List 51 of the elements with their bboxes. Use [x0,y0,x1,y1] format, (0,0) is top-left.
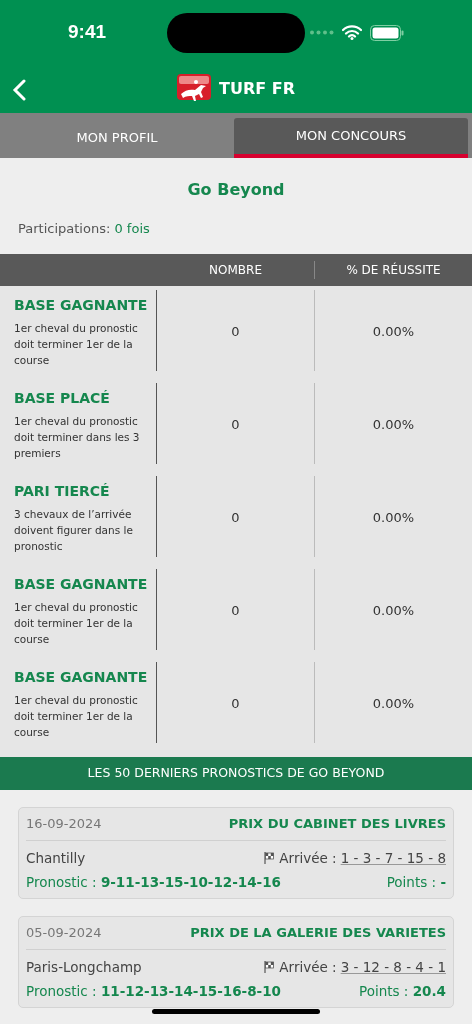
bet-type-description: 1er cheval du pronostic doit terminer dans les 3 premiers [14,414,141,461]
success-rate: 0.00% [372,416,415,435]
bet-type-description: 3 chevaux de l’arrivée doivent figurer dans le pronostic [14,507,134,554]
bet-type-title: BASE GAGNANTE [14,296,149,315]
points-value: Points : 20.4 [359,981,446,1001]
points-value: Points : - [386,872,446,892]
race-date: 05-09-2024 [26,924,102,942]
horse-logo-icon [177,74,211,104]
race-name: PRIX DU CABINET DES LIVRES [228,815,446,833]
success-rate: 0.00% [372,509,415,528]
success-rate: 0.00% [372,323,415,342]
checkered-flag-icon [264,851,276,864]
bet-type-title: BASE GAGNANTE [14,668,149,687]
race-name: PRIX DE LA GALERIE DES VARIETES [190,924,446,942]
clock-time: 9:41 [68,20,107,45]
user-name: Go Beyond [186,179,286,201]
tab[interactable]: MON CONCOURS [234,118,468,158]
race-venue: Paris-Longchamp [26,957,142,977]
arrival-result[interactable]: 1 - 3 - 7 - 15 - 8 [340,847,446,868]
column-header: NOMBRE [209,262,262,279]
bet-type-description: 1er cheval du pronostic doit terminer 1er de la course [14,321,139,368]
success-rate: 0.00% [372,695,415,714]
prediction-numbers: Pronostic : 11-12-13-14-15-16-8-10 [26,981,281,1001]
column-header: % DE RÉUSSITE [346,261,441,279]
battery-icon [370,24,404,41]
race-date: 16-09-2024 [26,815,102,833]
bet-type-title: PARI TIERCÉ [14,482,111,501]
bet-type-title: BASE GAGNANTE [14,575,149,594]
arrival-label: Arrivée : [279,848,337,868]
bet-type-description: 1er cheval du pronostic doit terminer 1er de la course [14,693,139,740]
success-rate: 0.00% [372,602,415,621]
back-chevron-icon [12,79,26,101]
count-value: 0 [231,695,240,714]
arrival-label: Arrivée : [279,957,337,977]
arrival-result[interactable]: 3 - 12 - 8 - 4 - 1 [340,956,446,977]
section-banner: LES 50 DERNIERS PRONOSTICS DE GO BEYOND [0,757,472,790]
race-venue: Chantilly [26,848,86,868]
participations-value: 0 fois [114,221,150,236]
count-value: 0 [231,416,240,435]
signal-icon [310,30,334,35]
count-value: 0 [231,323,240,342]
count-value: 0 [231,509,240,528]
bet-type-description: 1er cheval du pronostic doit terminer 1er de la course [14,600,139,647]
bet-type-title: BASE PLACÉ [14,389,111,408]
prediction-numbers: Pronostic : 9-11-13-15-10-12-14-16 [26,872,281,892]
tab[interactable]: MON PROFIL [0,118,234,158]
wifi-icon [342,25,362,40]
count-value: 0 [231,602,240,621]
participations-label: Participations: [18,221,111,236]
app-title: TURF FR [219,78,295,100]
checkered-flag-icon [264,960,276,973]
